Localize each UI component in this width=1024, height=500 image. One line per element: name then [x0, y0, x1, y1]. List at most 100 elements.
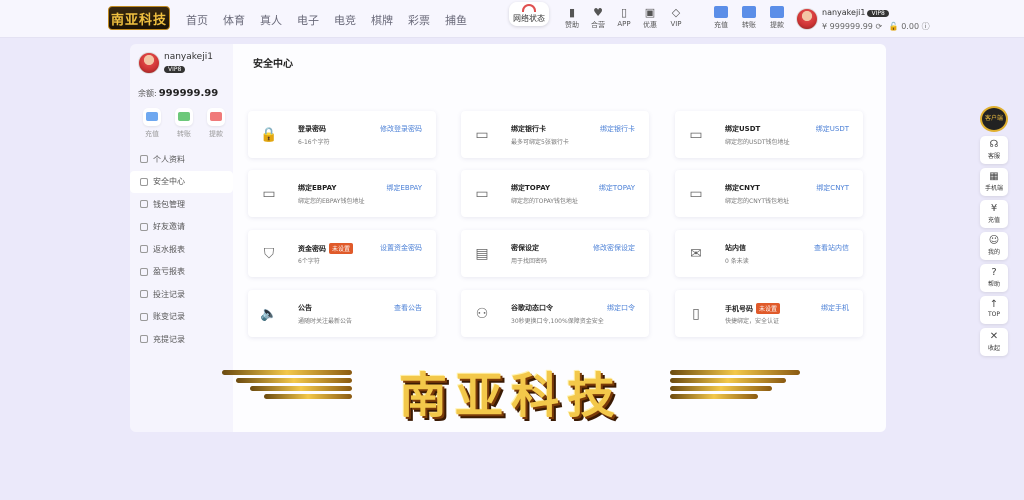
card-title-text: 绑定CNYT [725, 184, 760, 192]
card-action-link[interactable]: 绑定银行卡 [600, 124, 635, 134]
sidebar-item[interactable]: 钱包管理 [130, 193, 233, 216]
balance-value: ¥ 999999.99 [822, 22, 873, 31]
card-action-link[interactable]: 绑定手机 [821, 303, 849, 313]
sidebar-item-label: 返水报表 [153, 244, 185, 254]
phone-icon: ▯ [620, 6, 628, 19]
card-action-link[interactable]: 查看站内信 [814, 243, 849, 253]
float-item-充值[interactable]: ¥ 充值 [980, 200, 1008, 228]
header-shortcut-0[interactable]: ▮ 赞助 [560, 6, 584, 30]
float-item-label: 收起 [987, 345, 1000, 352]
card-action-link[interactable]: 修改密保设定 [593, 243, 635, 253]
card-action-link[interactable]: 绑定CNYT [816, 183, 849, 193]
nav-item[interactable]: 电子 [297, 12, 319, 28]
security-card: 🔒 登录密码 6-16个字符 修改登录密码 [248, 111, 436, 158]
card-title: 绑定USDT [725, 124, 760, 134]
float-item-收起[interactable]: ✕ 收起 [980, 328, 1008, 356]
wallet-icon [143, 108, 161, 126]
card-icon: ▭ [689, 127, 703, 143]
menu-item-icon [140, 267, 148, 276]
security-card: ▯ 手机号码 未设置 快捷绑定，安全认证 绑定手机 [675, 290, 863, 337]
sidebar-item[interactable]: 账变记录 [130, 306, 233, 329]
sidebar-action-2[interactable]: 提款 [200, 108, 232, 139]
header-shortcut-2[interactable]: ▯ APP [612, 6, 636, 30]
sidebar-item[interactable]: 好友邀请 [130, 216, 233, 239]
float-item-label: 手机端 [984, 185, 1003, 192]
vip-badge: VIP8 [867, 10, 889, 17]
header-username[interactable]: nanyakeji1 VIP8 [822, 8, 889, 17]
header-shortcut-4[interactable]: ◇ VIP [664, 6, 688, 30]
refresh-icon[interactable]: ⟳ [875, 22, 882, 31]
sidebar-action-0[interactable]: 充值 [136, 108, 168, 139]
nav-item[interactable]: 电竞 [334, 12, 356, 28]
card-title: 登录密码 [298, 124, 326, 134]
security-card: ⛉ 资金密码 未设置 6个字符 设置资金密码 [248, 230, 436, 277]
float-item-我的[interactable]: ☺ 我的 [980, 232, 1008, 260]
network-status-label: 网络状态 [513, 14, 545, 23]
sidebar-item-label: 充提记录 [153, 334, 185, 344]
header-wallet-2[interactable]: 提款 [764, 6, 790, 30]
float-item-帮助[interactable]: ? 帮助 [980, 264, 1008, 292]
bookmark-icon: ▮ [568, 6, 576, 19]
card-action-link[interactable]: 查看公告 [394, 303, 422, 313]
card-title-text: 绑定TOPAY [511, 184, 551, 192]
header-shortcut-1[interactable]: ♥ 合营 [586, 6, 610, 30]
card-description: 绑定您的USDT钱包地址 [725, 139, 790, 146]
site-logo[interactable]: 南亚科技 [108, 6, 170, 30]
float-item-TOP[interactable]: ↑ TOP [980, 296, 1008, 324]
client-download-button[interactable]: 客户端 [980, 106, 1008, 132]
security-card: ▭ 绑定CNYT 绑定您的CNYT钱包地址 绑定CNYT [675, 170, 863, 217]
security-card: 🔈 公告 通随时关注最新公告 查看公告 [248, 290, 436, 337]
sidebar-item[interactable]: 盈亏报表 [130, 261, 233, 284]
nav-item[interactable]: 真人 [260, 12, 282, 28]
header-wallet-1[interactable]: 转账 [736, 6, 762, 30]
nav-item[interactable]: 体育 [223, 12, 245, 28]
sidebar-item[interactable]: 充提记录 [130, 328, 233, 351]
page-title: 安全中心 [253, 59, 293, 70]
sidebar-item[interactable]: 投注记录 [130, 283, 233, 306]
card-action-link[interactable]: 绑定EBPAY [386, 183, 422, 193]
float-item-label: 客服 [987, 153, 1000, 160]
nav-item[interactable]: 首页 [186, 12, 208, 28]
mail-icon: ✉ [690, 246, 702, 262]
card-action-link[interactable]: 绑定口令 [607, 303, 635, 313]
shortcut-label: APP [617, 20, 631, 28]
sidebar-action-1[interactable]: 转账 [168, 108, 200, 139]
float-item-客服[interactable]: ☊ 客服 [980, 136, 1008, 164]
security-card: ▤ 密保设定 用于找回密码 修改密保设定 [461, 230, 649, 277]
lock-icon: 🔒 [260, 127, 278, 143]
transfer-icon [742, 6, 756, 18]
sidebar-balance: 余额: 999999.99 [138, 88, 218, 99]
sidebar-item[interactable]: 安全中心 [130, 170, 233, 193]
nav-item[interactable]: 捕鱼 [445, 12, 467, 28]
card-title: 站内信 [725, 243, 746, 253]
card-action-link[interactable]: 绑定TOPAY [599, 183, 635, 193]
help-icon[interactable]: ⓘ [922, 22, 930, 31]
shortcut-label: 优惠 [643, 21, 657, 29]
balance-value: 999999.99 [158, 88, 219, 99]
menu-item-icon [140, 335, 148, 344]
float-item-手机端[interactable]: ▦ 手机端 [980, 168, 1008, 196]
nav-item[interactable]: 彩票 [408, 12, 430, 28]
security-card: ▭ 绑定USDT 绑定您的USDT钱包地址 绑定USDT [675, 111, 863, 158]
header-shortcut-3[interactable]: ▣ 优惠 [638, 6, 662, 30]
sidebar-item[interactable]: 个人资料 [130, 148, 233, 171]
card-title: 公告 [298, 303, 312, 313]
card-description: 最多可绑定5张银行卡 [511, 139, 569, 146]
card-action-link[interactable]: 设置资金密码 [380, 243, 422, 253]
gift-icon: ▣ [644, 6, 656, 19]
gauge-icon [522, 4, 536, 12]
action-label: 提款 [209, 130, 223, 138]
card-description: 6-16个字符 [298, 139, 330, 146]
nav-item[interactable]: 棋牌 [371, 12, 393, 28]
header-wallet-0[interactable]: 充值 [708, 6, 734, 30]
robot-icon: ⚇ [475, 306, 489, 322]
lock-icon: 🔓 [888, 22, 899, 31]
sidebar-username: nanyakeji1 [164, 52, 213, 62]
sidebar-item-label: 安全中心 [153, 177, 185, 187]
avatar[interactable] [796, 8, 818, 30]
card-title: 谷歌动态口令 [511, 303, 553, 313]
sidebar-item[interactable]: 返水报表 [130, 238, 233, 261]
network-status[interactable]: 网络状态 [509, 2, 549, 26]
card-action-link[interactable]: 绑定USDT [816, 124, 849, 134]
card-action-link[interactable]: 修改登录密码 [380, 124, 422, 134]
